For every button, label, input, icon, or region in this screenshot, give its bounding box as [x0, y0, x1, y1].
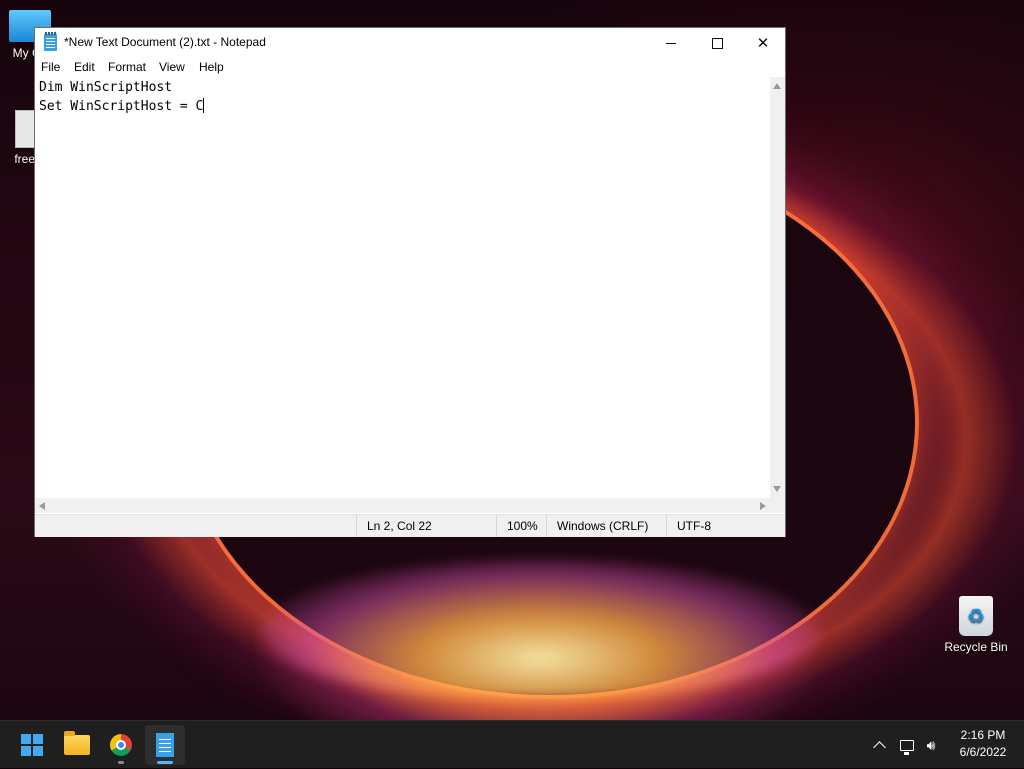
notepad-icon	[156, 733, 174, 757]
maximize-button[interactable]	[694, 28, 740, 58]
start-button[interactable]	[12, 725, 52, 765]
maximize-icon	[711, 37, 723, 49]
network-button[interactable]	[896, 721, 918, 769]
taskbar-notepad[interactable]	[145, 725, 185, 765]
scroll-right-icon[interactable]	[760, 502, 766, 510]
status-bar: Ln 2, Col 22 100% Windows (CRLF) UTF-8	[35, 514, 785, 537]
chevron-up-icon	[872, 740, 886, 754]
minimize-icon	[666, 42, 676, 44]
running-indicator	[118, 761, 124, 764]
taskbar-clock[interactable]: 2:16 PM 6/6/2022	[948, 727, 1018, 761]
vertical-scrollbar[interactable]	[770, 77, 785, 498]
scroll-up-icon[interactable]	[773, 83, 781, 89]
network-icon	[900, 739, 914, 755]
status-zoom: 100%	[496, 515, 546, 537]
active-indicator	[157, 761, 173, 764]
menu-file[interactable]: File	[41, 60, 60, 74]
text-caret	[203, 98, 205, 113]
status-encoding: UTF-8	[666, 515, 770, 537]
text-editor[interactable]: Dim WinScriptHost Set WinScriptHost = C	[35, 77, 770, 498]
desktop-icon-recycle-bin[interactable]: ♻ Recycle Bin	[942, 596, 1010, 654]
wallpaper-glow	[260, 560, 820, 700]
minimize-button[interactable]	[648, 28, 694, 58]
menu-bar: File Edit Format View Help	[35, 58, 785, 77]
editor-line: Dim WinScriptHost	[39, 80, 172, 95]
taskbar-file-explorer[interactable]	[57, 725, 97, 765]
clock-date: 6/6/2022	[959, 745, 1007, 759]
menu-edit[interactable]: Edit	[74, 60, 95, 74]
menu-view[interactable]: View	[159, 60, 185, 74]
recycle-bin-icon: ♻	[959, 596, 993, 636]
window-title: *New Text Document (2).txt - Notepad	[64, 35, 266, 49]
clock-time: 2:16 PM	[960, 728, 1006, 742]
windows-icon	[21, 734, 43, 756]
editor-line-text: Dim WinScriptHost	[39, 80, 173, 95]
folder-icon	[64, 731, 90, 755]
horizontal-scrollbar[interactable]	[35, 498, 770, 513]
taskbar-chrome[interactable]	[101, 725, 141, 765]
chrome-icon	[110, 734, 132, 756]
menu-format[interactable]: Format	[108, 60, 146, 74]
close-button[interactable]: ✕	[740, 28, 786, 58]
taskbar: 🔊︎ 2:16 PM 6/6/2022	[0, 720, 1024, 768]
show-hidden-icons-button[interactable]	[868, 721, 890, 769]
status-line-endings: Windows (CRLF)	[546, 515, 666, 537]
notepad-window[interactable]: *New Text Document (2).txt - Notepad ✕ F…	[34, 27, 786, 537]
volume-button[interactable]: 🔊︎	[920, 721, 942, 769]
status-position: Ln 2, Col 22	[356, 515, 496, 537]
desktop-icon-label: Recycle Bin	[944, 640, 1008, 654]
close-icon: ✕	[756, 35, 770, 52]
scroll-down-icon[interactable]	[773, 486, 781, 492]
notepad-icon	[44, 32, 57, 51]
menu-help[interactable]: Help	[199, 60, 224, 74]
scrollbar-corner	[770, 498, 785, 513]
scroll-left-icon[interactable]	[39, 502, 45, 510]
editor-line: Set WinScriptHost = C	[39, 98, 205, 114]
speaker-icon: 🔊︎	[926, 736, 936, 753]
title-bar[interactable]: *New Text Document (2).txt - Notepad ✕	[35, 28, 785, 58]
editor-line-text: Set WinScriptHost = C	[39, 99, 204, 114]
